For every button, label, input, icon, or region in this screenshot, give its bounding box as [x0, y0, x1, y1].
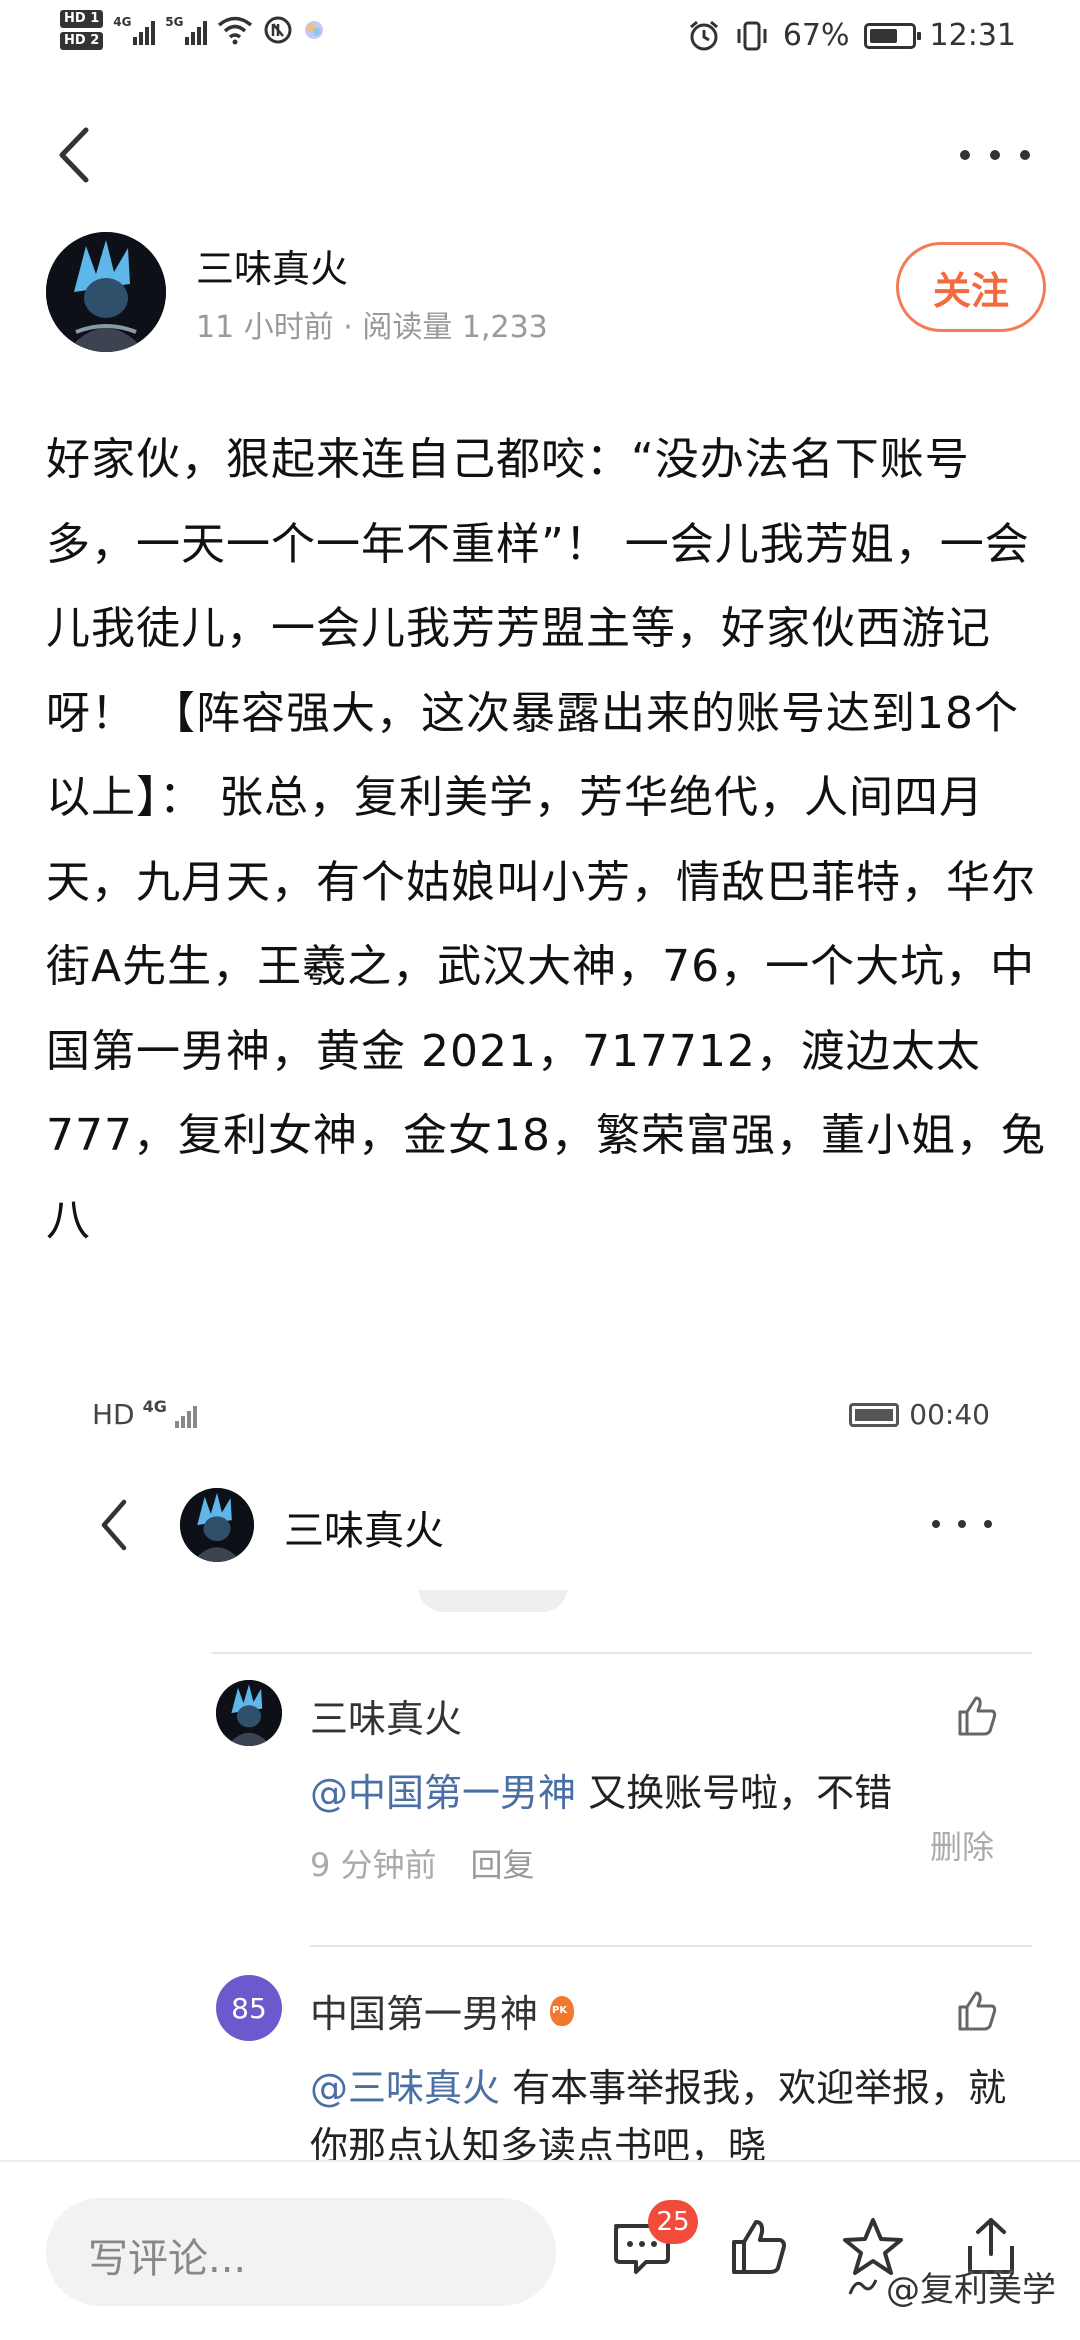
comment-avatar[interactable] [216, 1680, 282, 1746]
level-badge[interactable]: 85 [216, 1975, 282, 2041]
comment-author-name: 中国第一男神 [310, 1992, 539, 2036]
vibrate-icon [737, 21, 767, 50]
data-saver-icon [264, 16, 292, 44]
battery-percent: 67% [782, 18, 850, 53]
comment-input[interactable]: 写评论... [46, 2198, 556, 2306]
status-right: 67% 12:31 [687, 18, 1016, 53]
embedded-nav-title: 三味真火 [284, 1508, 444, 1554]
embedded-avatar[interactable] [180, 1488, 254, 1562]
comment-text: @中国第一男神 又换账号啦，不错 [310, 1764, 1030, 1822]
mention-link[interactable]: @中国第一男神 [310, 1771, 576, 1815]
embedded-more-button[interactable] [932, 1520, 992, 1528]
clipped-previous-row [210, 1590, 570, 1618]
embedded-hd-label: HD [92, 1398, 135, 1431]
embedded-status-right: 00:40 [849, 1398, 990, 1431]
post-meta: 11 小时前 · 阅读量 1,233 [196, 310, 548, 345]
thumb-up-icon [732, 2220, 786, 2274]
signal-2-icon: 5G [165, 15, 208, 45]
alarm-icon [689, 20, 718, 50]
reply-button[interactable]: 回复 [471, 1846, 535, 1884]
comment-author[interactable]: 三味真火 [310, 1688, 462, 1743]
embedded-clock: 00:40 [909, 1398, 990, 1431]
comment-item: 三味真火 @中国第一男神 又换账号啦，不错 9 分钟前 回复 删除 [0, 1680, 1080, 1884]
signal-1-icon: 4G [113, 15, 156, 45]
status-left: HD 1 HD 2 4G 5G [60, 10, 325, 50]
follow-button[interactable]: 关注 [896, 242, 1046, 332]
avatar-image [180, 1488, 254, 1562]
more-dots-icon [960, 150, 970, 160]
bottom-bar: 写评论... 25 @复利美学 [0, 2160, 1080, 2340]
thumb-up-icon [958, 1991, 997, 2031]
comment-item: 85 中国第一男神 @三味真火 有本事举报我，欢迎举报，就你那点认知多读点书吧，… [0, 1975, 1080, 2160]
like-button[interactable] [952, 1690, 1002, 1740]
more-dots-icon [990, 150, 1000, 160]
back-button[interactable] [50, 120, 110, 190]
battery-icon [863, 22, 921, 49]
comment-author-name: 三味真火 [310, 1697, 463, 1741]
more-options-button[interactable] [960, 130, 1030, 180]
top-nav [0, 110, 1080, 200]
like-post-button[interactable] [724, 2212, 794, 2282]
battery-fill [869, 28, 897, 43]
comment-time: 9 分钟前 [310, 1846, 437, 1884]
embedded-status-bar: HD 4G 00:40 [0, 1380, 1080, 1440]
author-avatar[interactable] [46, 232, 166, 352]
more-dots-icon [1020, 150, 1030, 160]
divider [310, 1945, 1032, 1947]
watermark-text: @复利美学 [886, 2270, 1056, 2310]
delete-button[interactable]: 删除 [930, 1822, 994, 1868]
more-dots-icon [932, 1520, 940, 1528]
clipped-pill [418, 1590, 568, 1612]
clock: 12:31 [929, 18, 1016, 53]
embedded-signal-icon [174, 1402, 197, 1428]
embedded-nav: 三味真火 [0, 1480, 1080, 1570]
more-dots-icon [958, 1520, 966, 1528]
more-dots-icon [984, 1520, 992, 1528]
avatar-image [46, 232, 166, 352]
embedded-battery-icon [849, 1402, 900, 1427]
signal-1-generation: 4G [113, 15, 132, 29]
author-header: 三味真火 11 小时前 · 阅读量 1,233 关注 [46, 232, 1046, 352]
hd1-badge: HD 1 [60, 10, 104, 28]
comment-placeholder: 写评论... [88, 2236, 247, 2282]
avatar-image [216, 1680, 282, 1746]
comment-author[interactable]: 中国第一男神 [310, 1983, 575, 2038]
pk-fire-icon [550, 1995, 575, 2026]
app-notification-icon [305, 21, 324, 39]
comment-meta: 9 分钟前 回复 [310, 1840, 535, 1886]
signal-2-generation: 5G [165, 15, 184, 29]
embedded-screenshot: HD 4G 00:40 三味真火 三味真火 @中国第一男神 又换账号啦，不错 9… [0, 1380, 1080, 2160]
embedded-generation: 4G [142, 1397, 167, 1416]
back-arrow-icon [59, 127, 89, 183]
author-name[interactable]: 三味真火 [196, 238, 348, 293]
article-body: 好家伙，狠起来连自己都咬：“没办法名下账号多，一天一个一年不重样”！ 一会儿我芳… [46, 434, 1046, 1246]
embedded-status-left: HD 4G [92, 1397, 197, 1431]
hd2-badge: HD 2 [60, 32, 104, 50]
mention-link[interactable]: @三味真火 [310, 2066, 500, 2110]
comment-body: 又换账号啦，不错 [576, 1771, 893, 1815]
wifi-icon [218, 16, 253, 45]
like-button[interactable] [952, 1985, 1002, 2035]
thumb-up-icon [958, 1696, 997, 1736]
divider [212, 1652, 1032, 1654]
hd-indicators: HD 1 HD 2 [60, 10, 104, 50]
status-bar: HD 1 HD 2 4G 5G 67% 12:31 [0, 0, 1080, 84]
back-arrow-icon [101, 1499, 127, 1551]
watermark: @复利美学 [846, 2262, 1056, 2311]
snowball-logo-icon [848, 2278, 878, 2295]
comment-text: @三味真火 有本事举报我，欢迎举报，就你那点认知多读点书吧，晓 [310, 2059, 1030, 2160]
comment-count-badge: 25 [648, 2200, 698, 2244]
embedded-back-button[interactable] [92, 1492, 142, 1558]
